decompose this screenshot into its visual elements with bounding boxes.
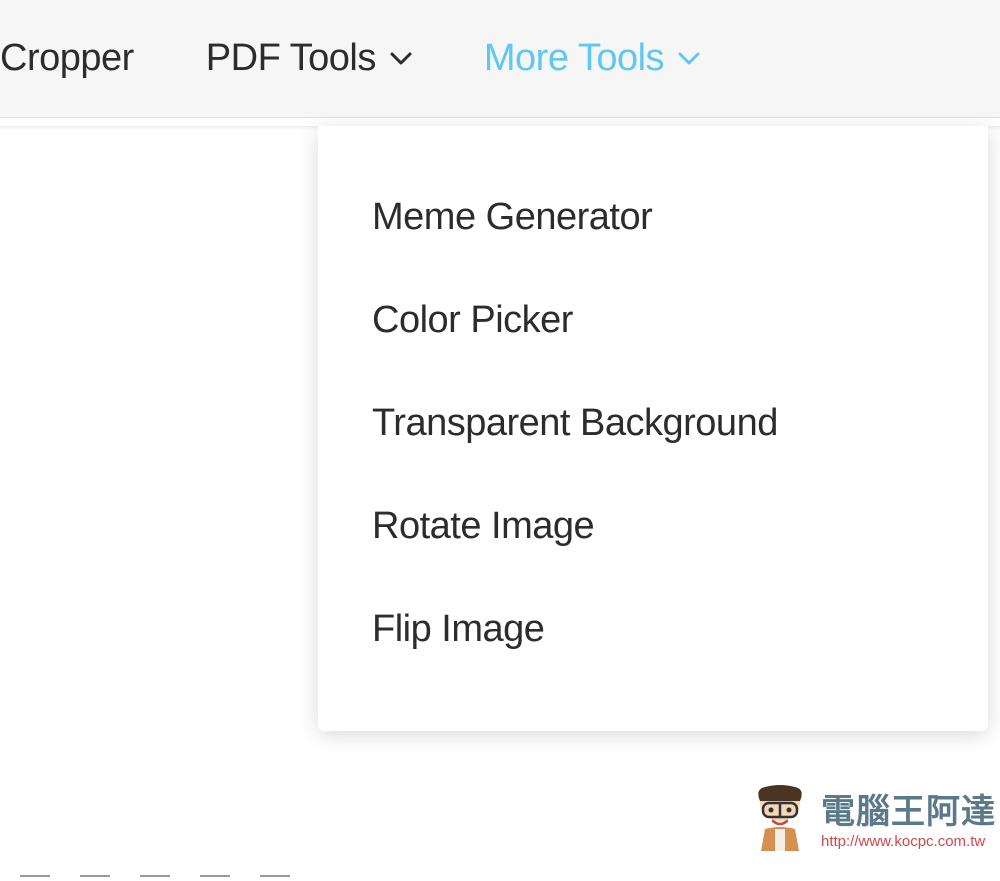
dash-icon (260, 875, 290, 877)
dropdown-item-flip-image[interactable]: Flip Image (318, 578, 988, 681)
dash-icon (140, 875, 170, 877)
watermark-title: 電腦王阿達 (821, 784, 996, 833)
dropdown-item-transparent-background[interactable]: Transparent Background (318, 372, 988, 475)
nav-item-cropper[interactable]: Cropper (0, 37, 170, 80)
nav-item-more-tools[interactable]: More Tools (448, 37, 736, 80)
navbar: Cropper PDF Tools More Tools (0, 0, 1000, 118)
dropdown-label: Color Picker (372, 299, 573, 341)
dropdown-item-rotate-image[interactable]: Rotate Image (318, 475, 988, 578)
dropdown-item-meme-generator[interactable]: Meme Generator (318, 166, 988, 269)
dropdown-label: Flip Image (372, 608, 544, 650)
watermark-url: http://www.kocpc.com.tw (821, 833, 996, 850)
watermark-avatar-icon (745, 781, 815, 853)
dropdown-label: Transparent Background (372, 402, 778, 444)
dash-icon (80, 875, 110, 877)
nav-item-pdf-tools[interactable]: PDF Tools (170, 37, 448, 80)
dropdown-item-color-picker[interactable]: Color Picker (318, 269, 988, 372)
nav-label: Cropper (0, 37, 134, 80)
chevron-down-icon (678, 48, 700, 70)
dropdown-label: Rotate Image (372, 505, 594, 547)
nav-label: More Tools (484, 37, 664, 80)
chevron-down-icon (390, 48, 412, 70)
more-tools-dropdown: Meme Generator Color Picker Transparent … (318, 126, 988, 731)
nav-label: PDF Tools (206, 37, 376, 80)
watermark-text: 電腦王阿達 http://www.kocpc.com.tw (821, 784, 996, 850)
dash-icon (200, 875, 230, 877)
content-area: Meme Generator Color Picker Transparent … (0, 126, 1000, 881)
dash-icon (20, 875, 50, 877)
watermark: 電腦王阿達 http://www.kocpc.com.tw (745, 781, 996, 853)
dropdown-label: Meme Generator (372, 196, 652, 238)
bottom-dashes (20, 875, 290, 877)
